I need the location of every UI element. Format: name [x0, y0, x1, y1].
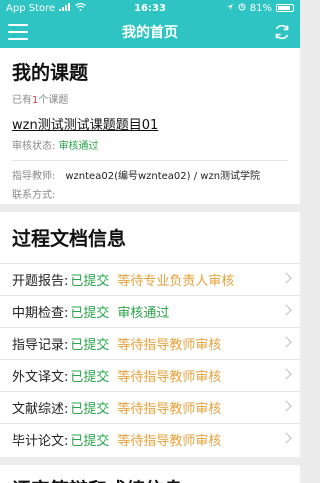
page-title: 我的首页 — [122, 25, 178, 41]
doc-submitted-status: 已提交 — [70, 306, 110, 321]
status-right: 81% — [226, 3, 294, 14]
process-docs-heading: 过程文档信息 — [12, 228, 127, 250]
doc-row[interactable]: 文献综述: 已提交 等待指导教师审核 — [0, 391, 300, 423]
divider — [12, 160, 288, 161]
advisor-row: 指导教师: wzntea02(编号wzntea02) / wzn测试学院 — [12, 167, 288, 182]
alarm-icon — [238, 3, 246, 14]
doc-label: 开题报告: — [12, 274, 69, 289]
doc-review-status: 等待指导教师审核 — [117, 402, 222, 417]
doc-row[interactable]: 指导记录: 已提交 等待指导教师审核 — [0, 327, 300, 359]
nav-bar: 我的首页 — [0, 16, 300, 48]
doc-label: 指导记录: — [12, 338, 69, 353]
doc-review-status: 审核通过 — [117, 306, 170, 321]
chevron-right-icon — [280, 368, 292, 380]
my-topic-card: 我的课题 已有1个课题 wzn测试测试课题题目01 审核状态: 审核通过 指导教… — [0, 48, 300, 204]
doc-label: 外文译文: — [12, 370, 69, 385]
doc-submitted-status: 已提交 — [70, 434, 110, 449]
signal-icon — [59, 2, 71, 14]
doc-review-status: 等待指导教师审核 — [117, 434, 222, 449]
wifi-icon — [75, 2, 87, 14]
chevron-right-icon — [280, 400, 292, 412]
review-status: 审核通过 — [58, 141, 99, 152]
review-defense-heading: 评审答辩和成绩信息 — [12, 475, 288, 483]
battery-icon — [276, 4, 294, 12]
chevron-right-icon — [280, 432, 292, 444]
location-icon — [226, 3, 234, 14]
section-gap — [0, 457, 300, 465]
doc-submitted-status: 已提交 — [70, 370, 110, 385]
doc-label: 毕计论文: — [12, 434, 69, 449]
doc-submitted-status: 已提交 — [70, 338, 110, 353]
hamburger-menu-icon[interactable] — [8, 24, 28, 40]
chevron-right-icon — [280, 272, 292, 284]
doc-row[interactable]: 开题报告: 已提交 等待专业负责人审核 — [0, 263, 300, 295]
doc-label: 文献综述: — [12, 402, 69, 417]
status-left: App Store — [6, 2, 87, 14]
refresh-icon[interactable] — [272, 22, 292, 42]
topic-count: 已有1个课题 — [12, 91, 288, 106]
topic-title-link[interactable]: wzn测试测试课题题目01 — [12, 114, 288, 133]
status-bar: App Store 16:33 81% — [0, 0, 300, 16]
doc-review-status: 等待指导教师审核 — [117, 370, 222, 385]
review-status-row: 审核状态: 审核通过 — [12, 137, 288, 152]
doc-submitted-status: 已提交 — [70, 274, 110, 289]
doc-review-status: 等待指导教师审核 — [117, 338, 222, 353]
contact-label: 联系方式: — [12, 190, 56, 201]
topic-count-suffix: 个课题 — [38, 95, 69, 106]
doc-row[interactable]: 毕计论文: 已提交 等待指导教师审核 — [0, 423, 300, 455]
chevron-right-icon — [280, 304, 292, 316]
battery-percent: 81% — [249, 2, 272, 14]
process-docs-card: 过程文档信息 开题报告: 已提交 等待专业负责人审核 中期检查: 已提交 审核通过 指导记录… — [0, 212, 300, 457]
section-gap — [0, 204, 300, 212]
advisor-label: 指导教师: — [12, 171, 56, 182]
doc-submitted-status: 已提交 — [70, 402, 110, 417]
review-label: 审核状态: — [12, 141, 56, 152]
my-topic-heading: 我的课题 — [12, 62, 89, 84]
review-defense-card: 评审答辩和成绩信息 — [0, 465, 300, 483]
doc-row[interactable]: 中期检查: 已提交 审核通过 — [0, 295, 300, 327]
topic-count-prefix: 已有 — [12, 95, 32, 106]
process-docs-list: 开题报告: 已提交 等待专业负责人审核 中期检查: 已提交 审核通过 指导记录: 已提交 等待指… — [0, 263, 300, 455]
doc-review-status: 等待专业负责人审核 — [117, 274, 235, 289]
doc-label: 中期检查: — [12, 306, 69, 321]
advisor-value: wzntea02(编号wzntea02) / wzn测试学院 — [65, 171, 261, 182]
chevron-right-icon — [280, 336, 292, 348]
back-to-app-label[interactable]: App Store — [6, 3, 55, 14]
doc-row[interactable]: 外文译文: 已提交 等待指导教师审核 — [0, 359, 300, 391]
